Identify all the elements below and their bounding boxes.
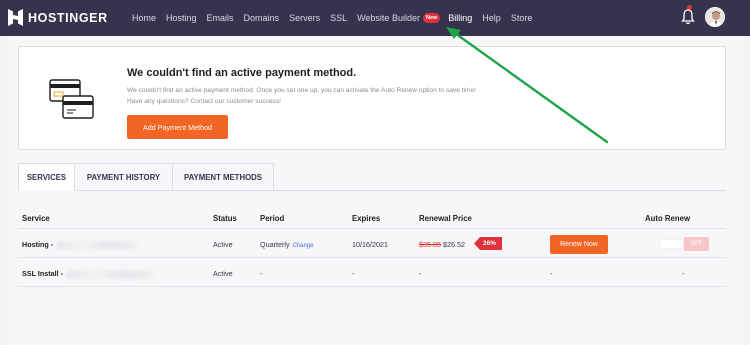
auto-renew-track [659,239,684,249]
billing-tabs: SERVICES PAYMENT HISTORY PAYMENT METHODS [18,163,274,191]
header-expires: Expires [352,214,381,223]
nav-website-builder[interactable]: Website Builder [357,13,420,23]
hostinger-logo-icon [8,9,23,26]
period-value: - [260,269,263,278]
header-renewal-price: Renewal Price [419,214,472,223]
nav-emails[interactable]: Emails [207,13,234,23]
service-name-text: Hosting - [22,240,54,249]
main-nav: Home Hosting Emails Domains Servers SSL … [132,0,542,36]
status-value: Active [213,269,233,278]
service-name-text: SSL Install - [22,269,64,278]
header-period: Period [260,214,285,223]
header-status: Status [213,214,237,223]
tab-services[interactable]: SERVICES [18,163,75,191]
table-row: SSL Install - Active - - - - - [18,259,726,287]
old-price: $35.85 [419,240,441,249]
tabs-divider [274,190,726,191]
auto-renew-toggle[interactable]: OFF [684,237,709,251]
table-header: Service Status Period Expires Renewal Pr… [18,205,726,229]
service-name: Hosting - [22,240,139,250]
top-navigation-bar: HOSTINGER Home Hosting Emails Domains Se… [0,0,750,36]
payment-method-alert: We couldn't find an active payment metho… [18,46,726,150]
hostinger-logo[interactable]: HOSTINGER [8,9,108,26]
expires-value: - [352,269,355,278]
new-price: $26.52 [442,240,465,249]
table-row: Hosting - Active Quarterly Change 10/16/2… [18,230,726,258]
period-value: Quarterly Change [260,240,314,249]
header-auto-renew: Auto Renew [645,214,691,223]
nav-servers[interactable]: Servers [289,13,320,23]
redacted-domain [56,240,139,250]
change-period-link[interactable]: Change [293,243,314,249]
nav-hosting[interactable]: Hosting [166,13,197,23]
nav-store[interactable]: Store [511,13,533,23]
nav-home[interactable]: Home [132,13,156,23]
add-payment-method-button[interactable]: Add Payment Method [127,115,228,139]
renewal-price: - [419,269,422,278]
discount-badge: 26% [474,237,503,250]
alert-description-line-2: Have any questions? Contact our customer… [127,98,281,105]
user-avatar[interactable] [705,7,725,27]
nav-domains[interactable]: Domains [244,13,280,23]
brand-name: HOSTINGER [28,10,108,25]
new-badge: New [422,13,441,23]
alert-description: We couldn't find an active payment metho… [127,85,607,107]
header-service: Service [22,214,50,223]
redacted-domain [66,269,155,279]
renew-now-button[interactable]: Renew Now [550,235,608,254]
auto-renew-value: - [682,269,685,278]
bell-icon[interactable] [681,8,695,26]
action-value: - [550,269,553,278]
expires-value: 10/16/2021 [352,240,388,249]
nav-ssl[interactable]: SSL [330,13,347,23]
alert-title: We couldn't find an active payment metho… [127,67,357,79]
tab-payment-history[interactable]: PAYMENT HISTORY [75,163,173,191]
nav-billing[interactable]: Billing [448,13,472,23]
period-text: Quarterly [260,240,290,249]
renewal-price: $35.85 $26.52 [419,240,465,249]
tab-payment-methods[interactable]: PAYMENT METHODS [173,163,274,191]
service-name: SSL Install - [22,269,155,279]
payment-cards-icon [49,79,95,121]
alert-description-line-1: We couldn't find an active payment metho… [127,87,476,94]
status-value: Active [213,240,233,249]
nav-help[interactable]: Help [482,13,501,23]
